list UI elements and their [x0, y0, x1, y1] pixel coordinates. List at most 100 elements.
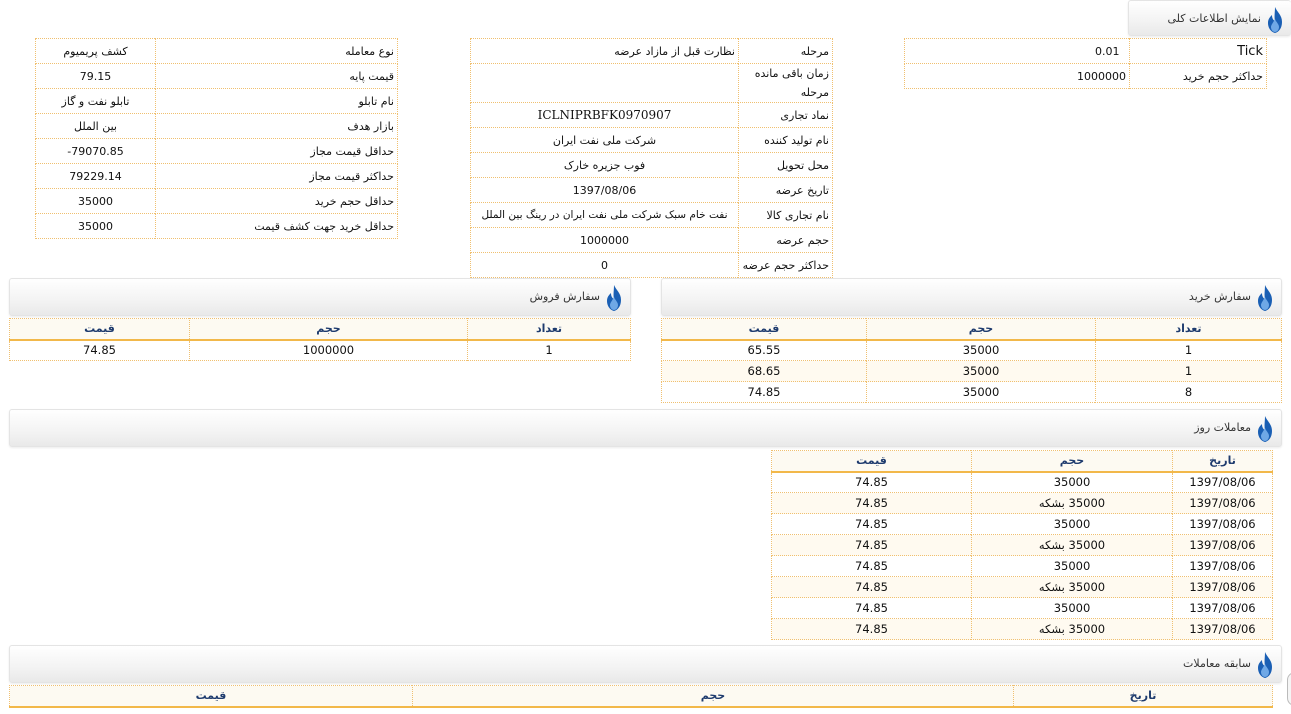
- stage-label: مرحله: [738, 38, 833, 64]
- producer-label: نام تولید کننده: [738, 127, 833, 153]
- max-offer-volume-value: 0: [470, 252, 739, 278]
- base-price-value: 79.15: [35, 63, 156, 89]
- col-volume: حجم: [971, 450, 1173, 473]
- info-row: حجم عرضه 1000000: [470, 227, 833, 253]
- info-row: نام تابلو تابلو نفت و گاز: [35, 88, 398, 114]
- min-discovery-buy-value: 35000: [35, 213, 156, 239]
- count-cell: 1: [1095, 339, 1282, 361]
- stage-value: نظارت قبل از مازاد عرضه: [470, 38, 739, 64]
- commodity-name-value: نفت خام سبک شرکت ملی نفت ایران در رینگ ب…: [470, 202, 739, 228]
- remaining-time-label: زمان باقی مانده مرحله: [738, 63, 833, 103]
- table-row: 1397/08/06 35000 بشکه 74.85: [771, 492, 1273, 514]
- left-info-table: نوع معامله کشف پریمیوم قیمت پایه 79.15 نام…: [35, 38, 398, 239]
- price-cell: 65.55: [661, 339, 867, 361]
- base-price-label: قیمت پایه: [155, 63, 398, 89]
- volume-cell: 35000: [971, 471, 1173, 493]
- sell-orders-title: سفارش فروش: [529, 290, 600, 303]
- date-cell: 1397/08/06: [1172, 618, 1273, 640]
- info-row: بازار هدف بین الملل: [35, 113, 398, 139]
- price-cell: 74.85: [661, 381, 867, 403]
- count-cell: 1: [1095, 360, 1282, 382]
- trade-type-value: کشف پریمیوم: [35, 38, 156, 64]
- volume-cell: 35000: [866, 339, 1096, 361]
- max-buy-volume-value: 1000000: [904, 63, 1130, 89]
- volume-cell: 1000000: [189, 339, 468, 361]
- volume-cell: 35000: [971, 555, 1173, 577]
- trade-history-header: سابقه معاملات: [9, 645, 1282, 683]
- info-row: نوع معامله کشف پریمیوم: [35, 38, 398, 64]
- price-cell: 74.85: [771, 513, 972, 535]
- info-row: حداقل خرید جهت کشف قیمت 35000: [35, 213, 398, 239]
- col-price: قیمت: [9, 318, 190, 341]
- volume-cell: 35000 بشکه: [971, 492, 1173, 514]
- table-row: 1397/08/06 35000 74.85: [771, 471, 1273, 493]
- volume-cell: 35000: [971, 513, 1173, 535]
- info-row: حداقل حجم خرید 35000: [35, 188, 398, 214]
- scroll-handle[interactable]: [1287, 672, 1291, 706]
- volume-cell: 35000: [866, 381, 1096, 403]
- col-date: تاریخ: [1013, 685, 1273, 708]
- min-discovery-buy-label: حداقل خرید جهت کشف قیمت: [155, 213, 398, 239]
- table-row: 1397/08/06 35000 74.85: [771, 513, 1273, 535]
- delivery-place-value: فوب جزیره خارک: [470, 152, 739, 178]
- general-info-header: نمایش اطلاعات کلی: [1128, 0, 1291, 36]
- table-row: 1397/08/06 35000 بشکه 74.85: [771, 576, 1273, 598]
- trade-symbol-value: ICLNIPRBFK0970907: [470, 102, 739, 128]
- board-name-value: تابلو نفت و گاز: [35, 88, 156, 114]
- date-cell: 1397/08/06: [1172, 555, 1273, 577]
- delivery-place-label: محل تحویل: [738, 152, 833, 178]
- buy-orders-title: سفارش خرید: [1188, 290, 1251, 303]
- max-price-label: حداکثر قیمت مجاز: [155, 163, 398, 189]
- max-buy-volume-row: حداکثر حجم خرید 1000000: [904, 63, 1267, 89]
- info-row: تاریخ عرضه 1397/08/06: [470, 177, 833, 203]
- info-row: زمان باقی مانده مرحله: [470, 63, 833, 103]
- min-buy-volume-label: حداقل حجم خرید: [155, 188, 398, 214]
- daily-trades-title: معاملات روز: [1194, 421, 1251, 434]
- trade-history-title: سابقه معاملات: [1183, 657, 1251, 670]
- producer-value: شرکت ملی نفت ایران: [470, 127, 739, 153]
- sell-orders-table: تعداد حجم قیمت 1 1000000 74.85: [9, 318, 631, 361]
- price-cell: 74.85: [9, 339, 190, 361]
- date-cell: 1397/08/06: [1172, 597, 1273, 619]
- price-cell: 74.85: [771, 471, 972, 493]
- table-row: 1 35000 68.65: [661, 360, 1282, 382]
- table-row: 8 35000 74.85: [661, 381, 1282, 403]
- info-row: نام تولید کننده شرکت ملی نفت ایران: [470, 127, 833, 153]
- count-cell: 1: [467, 339, 631, 361]
- table-row: 1397/08/06 35000 بشکه 74.85: [771, 534, 1273, 556]
- col-volume: حجم: [412, 685, 1014, 708]
- tick-row: Tick 0.01: [904, 38, 1267, 64]
- info-row: حداکثر حجم عرضه 0: [470, 252, 833, 278]
- remaining-time-value: [470, 63, 739, 103]
- price-cell: 74.85: [771, 576, 972, 598]
- info-row: نماد تجاری ICLNIPRBFK0970907: [470, 102, 833, 128]
- min-price-label: حداقل قیمت مجاز: [155, 138, 398, 164]
- info-row: قیمت پایه 79.15: [35, 63, 398, 89]
- count-cell: 8: [1095, 381, 1282, 403]
- table-header-row: تاریخ حجم قیمت: [771, 450, 1273, 473]
- buy-orders-header: سفارش خرید: [661, 278, 1282, 316]
- date-cell: 1397/08/06: [1172, 471, 1273, 493]
- table-row: 1397/08/06 35000 بشکه 74.85: [771, 618, 1273, 640]
- price-cell: 74.85: [771, 618, 972, 640]
- price-cell: 74.85: [771, 534, 972, 556]
- col-date: تاریخ: [1172, 450, 1273, 473]
- col-volume: حجم: [866, 318, 1096, 341]
- volume-cell: 35000: [866, 360, 1096, 382]
- col-price: قیمت: [9, 685, 413, 708]
- flame-icon: [604, 284, 624, 312]
- trade-symbol-label: نماد تجاری: [738, 102, 833, 128]
- volume-cell: 35000 بشکه: [971, 534, 1173, 556]
- daily-trades-header: معاملات روز: [9, 409, 1282, 447]
- table-header-row: تعداد حجم قیمت: [9, 318, 631, 341]
- target-market-label: بازار هدف: [155, 113, 398, 139]
- general-info-title: نمایش اطلاعات کلی: [1167, 12, 1261, 25]
- info-row: مرحله نظارت قبل از مازاد عرضه: [470, 38, 833, 64]
- min-price-value: -79070.85: [35, 138, 156, 164]
- date-cell: 1397/08/06: [1172, 492, 1273, 514]
- max-buy-volume-label: حداکثر حجم خرید: [1129, 63, 1267, 89]
- price-cell: 74.85: [771, 555, 972, 577]
- col-count: تعداد: [1095, 318, 1282, 341]
- volume-cell: 35000: [971, 597, 1173, 619]
- info-row: حداکثر قیمت مجاز 79229.14: [35, 163, 398, 189]
